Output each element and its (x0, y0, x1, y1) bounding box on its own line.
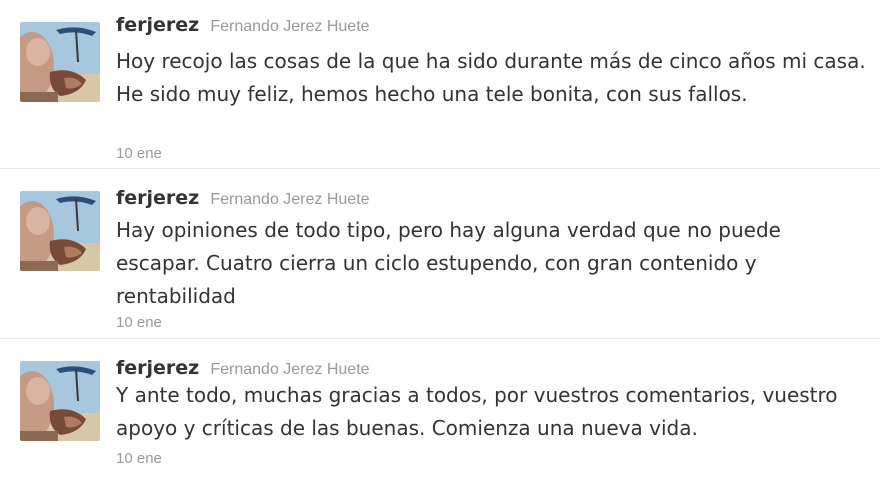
screen-name-link[interactable]: ferjerez (116, 14, 199, 36)
timestamp-link[interactable]: 10 ene (116, 450, 162, 467)
tweet-item: ferjerez Fernando Jerez Huete Hoy recojo… (0, 0, 880, 169)
profile-photo-icon (20, 361, 100, 441)
avatar[interactable] (20, 22, 100, 102)
full-name: Fernando Jerez Huete (210, 191, 370, 208)
tweet-text: Hay opiniones de todo tipo, pero hay alg… (116, 218, 781, 308)
profile-photo-icon (20, 22, 100, 102)
tweet-item: ferjerez Fernando Jerez Huete Y ante tod… (0, 339, 880, 495)
screen-name-link[interactable]: ferjerez (116, 187, 199, 209)
avatar[interactable] (20, 361, 100, 441)
tweet-text: Y ante todo, muchas gracias a todos, por… (116, 383, 838, 440)
profile-photo-icon (20, 191, 100, 271)
tweet-item: ferjerez Fernando Jerez Huete Hay opinio… (0, 169, 880, 339)
timestamp-link[interactable]: 10 ene (116, 314, 162, 331)
full-name: Fernando Jerez Huete (210, 361, 370, 378)
tweet-text: Hoy recojo las cosas de la que ha sido d… (116, 49, 866, 106)
full-name: Fernando Jerez Huete (210, 18, 370, 35)
tweet-header: ferjerez Fernando Jerez Huete (116, 357, 370, 379)
tweet-header: ferjerez Fernando Jerez Huete (116, 14, 370, 36)
timestamp-link[interactable]: 10 ene (116, 145, 162, 162)
tweet-header: ferjerez Fernando Jerez Huete (116, 187, 370, 209)
avatar[interactable] (20, 191, 100, 271)
tweet-timeline: ferjerez Fernando Jerez Huete Hoy recojo… (0, 0, 880, 495)
screen-name-link[interactable]: ferjerez (116, 357, 199, 379)
